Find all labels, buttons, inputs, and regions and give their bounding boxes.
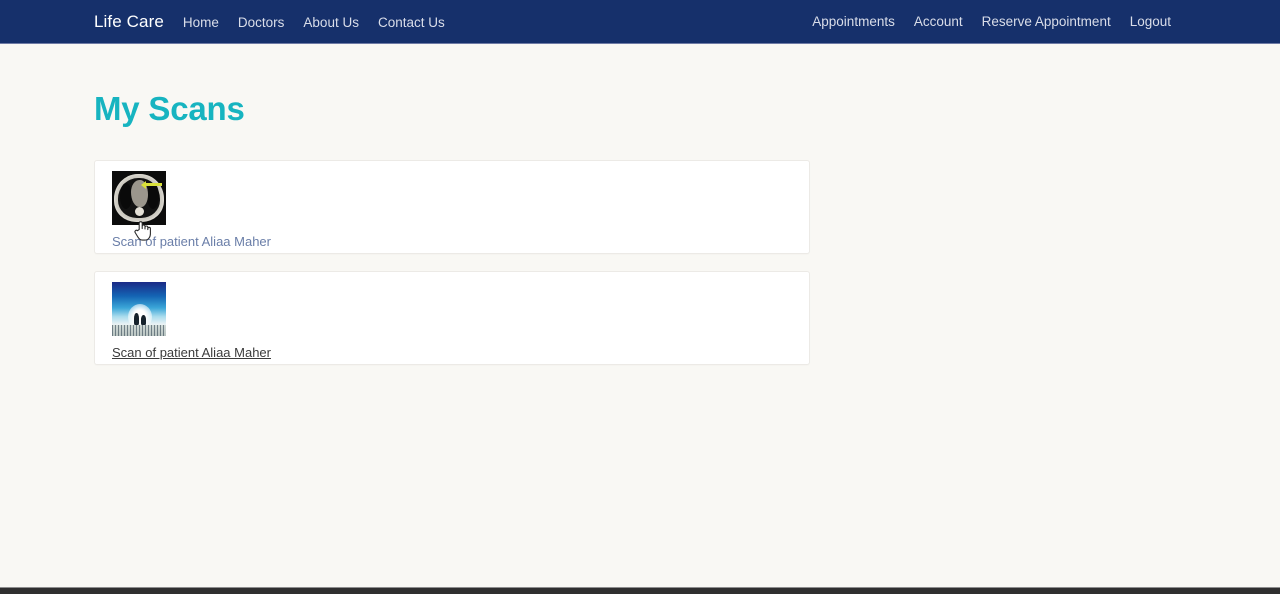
page-title: My Scans: [94, 90, 245, 127]
navbar-right-group: Appointments Account Reserve Appointment…: [812, 14, 1280, 29]
ct-annotation-arrow-icon: [141, 180, 162, 189]
nav-link-appointments[interactable]: Appointments: [812, 14, 895, 29]
nav-link-about-us[interactable]: About Us: [303, 15, 359, 30]
scan-card[interactable]: Scan of patient Aliaa Maher: [94, 160, 810, 255]
nav-link-reserve-appointment[interactable]: Reserve Appointment: [982, 14, 1111, 29]
nav-link-doctors[interactable]: Doctors: [238, 15, 285, 30]
nav-link-contact-us[interactable]: Contact Us: [378, 15, 445, 30]
sky-ground: [112, 325, 166, 337]
sky-silhouette-thumbnail[interactable]: [112, 282, 166, 337]
brand-logo[interactable]: Life Care: [94, 12, 164, 32]
sky-figure-left: [134, 313, 139, 326]
scan-list: Scan of patient Aliaa Maher Scan of pati…: [94, 160, 810, 366]
scan-link[interactable]: Scan of patient Aliaa Maher: [112, 345, 271, 360]
primary-nav-links: Home Doctors About Us Contact Us: [183, 15, 445, 30]
sky-figure-right: [141, 315, 146, 326]
nav-link-logout[interactable]: Logout: [1130, 14, 1171, 29]
nav-link-account[interactable]: Account: [914, 14, 963, 29]
scan-link[interactable]: Scan of patient Aliaa Maher: [112, 234, 271, 249]
bottom-strip: [0, 587, 1280, 594]
ct-scan-thumbnail[interactable]: [112, 171, 166, 226]
scan-card[interactable]: Scan of patient Aliaa Maher: [94, 271, 810, 366]
main-navbar: Life Care Home Doctors About Us Contact …: [0, 0, 1280, 44]
page-content: My Scans Scan of patient Aliaa Maher Sca…: [0, 44, 1280, 366]
navbar-left-group: Life Care Home Doctors About Us Contact …: [94, 12, 445, 32]
nav-link-home[interactable]: Home: [183, 15, 219, 30]
